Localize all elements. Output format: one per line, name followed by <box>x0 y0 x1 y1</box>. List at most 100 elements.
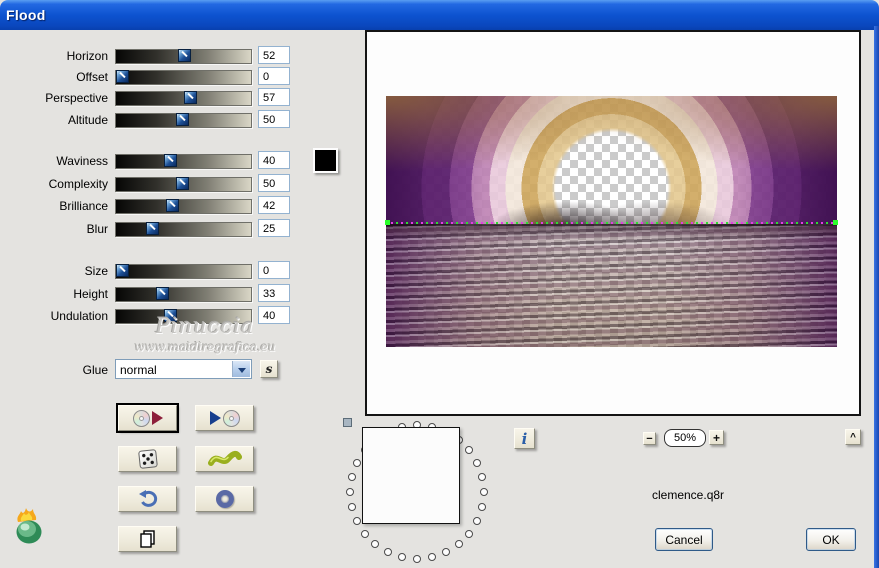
slider-thumb-perspective[interactable] <box>184 91 197 104</box>
flaming-pear-logo[interactable] <box>12 506 50 548</box>
randomize-button[interactable] <box>118 446 177 472</box>
cancel-button[interactable]: Cancel <box>655 528 713 551</box>
slider-label-offset: Offset <box>76 70 108 84</box>
slider-value-altitude[interactable] <box>258 110 290 128</box>
slider-height[interactable] <box>115 287 252 302</box>
slider-row-size: Size <box>0 261 300 280</box>
slider-value-size[interactable] <box>258 261 290 279</box>
memory-dot[interactable] <box>455 540 463 548</box>
slider-value-complexity[interactable] <box>258 174 290 192</box>
blue-play-icon <box>209 411 221 425</box>
zoom-out-button[interactable]: − <box>643 432 656 445</box>
slider-value-perspective[interactable] <box>258 88 290 106</box>
undo-button[interactable] <box>118 486 177 512</box>
chevron-down-icon[interactable] <box>232 361 250 377</box>
memory-dot[interactable] <box>348 473 356 481</box>
dice-icon <box>137 449 158 469</box>
caret-button[interactable]: ^ <box>845 429 861 445</box>
memory-dot[interactable] <box>348 503 356 511</box>
slider-value-waviness[interactable] <box>258 151 290 169</box>
disk-icon <box>132 409 150 427</box>
memory-dot[interactable] <box>442 548 450 556</box>
slider-label-perspective: Perspective <box>45 91 108 105</box>
memory-dot[interactable] <box>371 540 379 548</box>
zoom-level-display: 50% <box>664 429 706 447</box>
save-preset-button[interactable] <box>116 403 179 433</box>
slider-value-offset[interactable] <box>258 67 290 85</box>
memory-dot[interactable] <box>478 473 486 481</box>
memory-dots-handle[interactable] <box>343 418 352 427</box>
slider-value-horizon[interactable] <box>258 46 290 64</box>
slider-thumb-waviness[interactable] <box>164 154 177 167</box>
slider-row-blur: Blur <box>0 219 300 238</box>
memory-dot[interactable] <box>361 530 369 538</box>
memory-dot[interactable] <box>478 503 486 511</box>
slider-complexity[interactable] <box>115 177 252 192</box>
info-button[interactable]: i <box>514 428 535 449</box>
slider-thumb-complexity[interactable] <box>176 177 189 190</box>
slider-thumb-height[interactable] <box>156 287 169 300</box>
slider-value-height[interactable] <box>258 284 290 302</box>
load-preset-button[interactable] <box>195 405 254 431</box>
pear-flame-icon <box>16 508 42 544</box>
slider-thumb-blur[interactable] <box>146 222 159 235</box>
horizon-marker[interactable] <box>385 220 838 225</box>
memory-dot[interactable] <box>353 459 361 467</box>
slider-size[interactable] <box>115 264 252 279</box>
slider-thumb-horizon[interactable] <box>178 49 191 62</box>
slider-offset[interactable] <box>115 70 252 85</box>
slider-blur[interactable] <box>115 222 252 237</box>
memory-dot[interactable] <box>473 517 481 525</box>
preview-image[interactable] <box>385 96 838 347</box>
slider-perspective[interactable] <box>115 91 252 106</box>
glue-shuffle-button[interactable]: s <box>260 360 278 378</box>
slider-row-offset: Offset <box>0 67 300 86</box>
ring-button[interactable] <box>195 486 254 512</box>
slider-brilliance[interactable] <box>115 199 252 214</box>
undo-arrow-icon <box>138 490 157 507</box>
slider-row-altitude: Altitude <box>0 110 300 129</box>
slider-label-brilliance: Brilliance <box>59 199 108 213</box>
memory-dot[interactable] <box>473 459 481 467</box>
memory-dot[interactable] <box>428 553 436 561</box>
memory-dot[interactable] <box>384 548 392 556</box>
memory-dot[interactable] <box>353 517 361 525</box>
color-swatch[interactable] <box>313 148 338 173</box>
memory-thumbnail[interactable] <box>362 427 460 524</box>
slider-row-waviness: Waviness <box>0 151 300 170</box>
copy-page-icon <box>139 530 155 548</box>
slider-label-altitude: Altitude <box>67 113 108 127</box>
memory-dot[interactable] <box>465 530 473 538</box>
slider-value-brilliance[interactable] <box>258 196 290 214</box>
slider-label-waviness: Waviness <box>56 154 108 168</box>
slider-thumb-size[interactable] <box>116 264 129 277</box>
memory-dot[interactable] <box>413 555 421 563</box>
slider-thumb-altitude[interactable] <box>176 113 189 126</box>
watermark-url: www.maidiregrafica.eu <box>134 340 276 354</box>
preset-name: clemence.q8r <box>652 488 725 502</box>
glue-select[interactable]: normal <box>115 359 252 379</box>
slider-altitude[interactable] <box>115 113 252 128</box>
slider-thumb-brilliance[interactable] <box>166 199 179 212</box>
preview-image-arcs <box>386 96 837 224</box>
zoom-in-button[interactable]: + <box>709 430 724 445</box>
slider-label-blur: Blur <box>86 222 108 236</box>
ok-button[interactable]: OK <box>806 528 856 551</box>
memory-dot[interactable] <box>465 446 473 454</box>
slider-row-horizon: Horizon <box>0 46 300 65</box>
slider-label-undulation: Undulation <box>50 309 108 323</box>
slider-value-blur[interactable] <box>258 219 290 237</box>
copy-button[interactable] <box>118 526 177 552</box>
memory-dot[interactable] <box>480 488 488 496</box>
disk-icon <box>222 409 240 427</box>
slider-waviness[interactable] <box>115 154 252 169</box>
preview-image-water <box>386 224 837 347</box>
slider-label-height: Height <box>73 287 108 301</box>
slider-thumb-offset[interactable] <box>116 70 129 83</box>
memory-dot[interactable] <box>346 488 354 496</box>
slider-row-complexity: Complexity <box>0 174 300 193</box>
slider-horizon[interactable] <box>115 49 252 64</box>
memory-dot[interactable] <box>398 553 406 561</box>
wave-button[interactable] <box>195 446 254 472</box>
slider-row-brilliance: Brilliance <box>0 196 300 215</box>
